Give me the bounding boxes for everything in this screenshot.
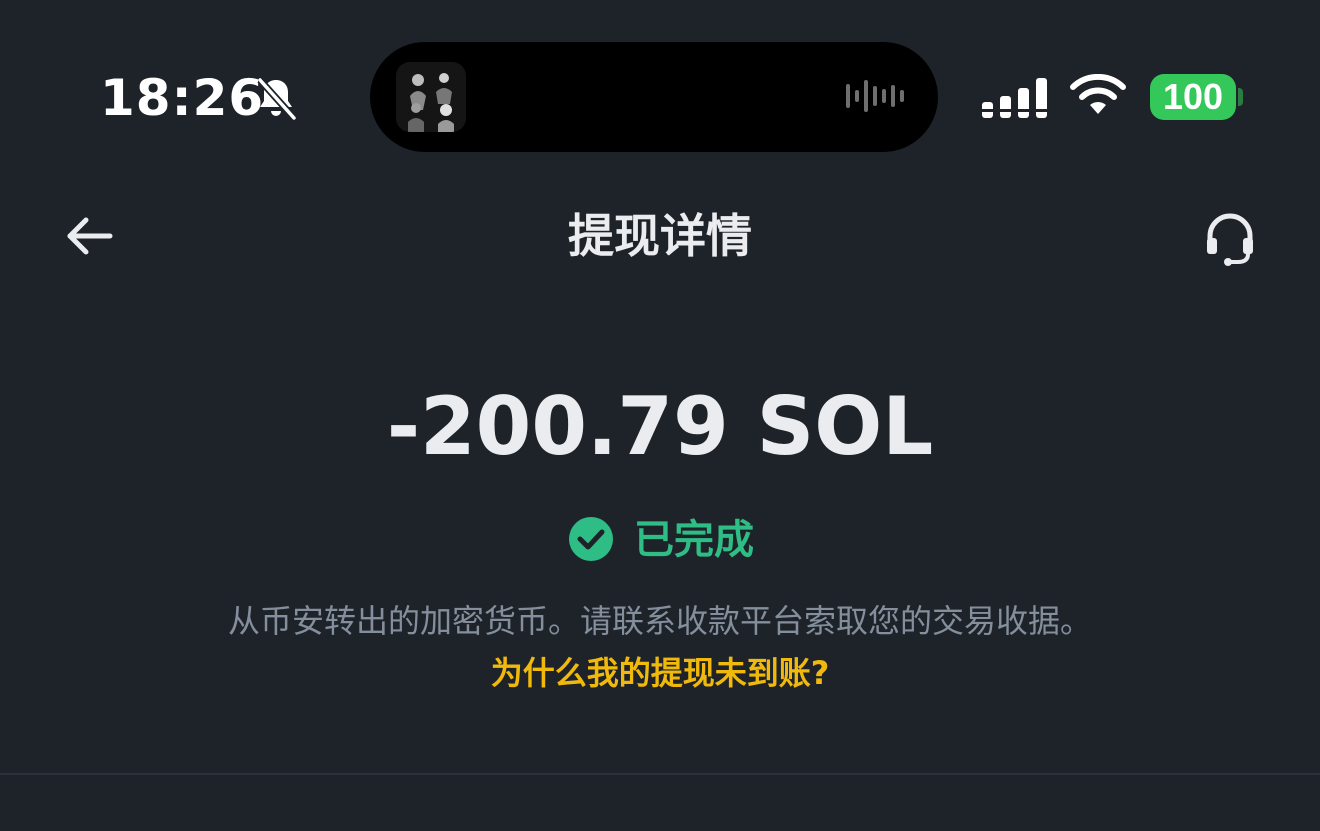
audio-wave-icon xyxy=(846,80,904,112)
battery-tip xyxy=(1238,88,1243,106)
back-button[interactable] xyxy=(62,208,118,264)
check-circle-icon xyxy=(569,517,613,561)
status-time: 18:26 xyxy=(100,69,265,127)
signal-icon xyxy=(982,78,1047,118)
app-screen: 18:26 100 提现详情 -200.79 SOL 已完成 从币安转出的加密货… xyxy=(0,0,1320,831)
bell-slash-icon xyxy=(257,77,297,121)
withdrawal-help-link[interactable]: 为什么我的提现未到账? xyxy=(360,648,960,698)
arrow-left-icon xyxy=(67,217,113,255)
status-label: 已完成 xyxy=(634,517,754,563)
wifi-icon xyxy=(1070,74,1126,114)
info-description: 从币安转出的加密货币。请联系收款平台索取您的交易收据。 xyxy=(227,602,1092,640)
support-button[interactable] xyxy=(1200,208,1260,268)
album-art-image xyxy=(396,62,466,132)
page-title: 提现详情 xyxy=(568,209,752,263)
dynamic-island[interactable] xyxy=(370,42,938,152)
battery-indicator: 100 xyxy=(1150,74,1236,120)
status-row: 已完成 xyxy=(560,510,780,570)
headset-icon xyxy=(1207,213,1253,266)
album-art[interactable] xyxy=(396,62,466,132)
divider xyxy=(0,773,1320,775)
withdrawal-amount: -200.79 SOL xyxy=(386,380,934,473)
